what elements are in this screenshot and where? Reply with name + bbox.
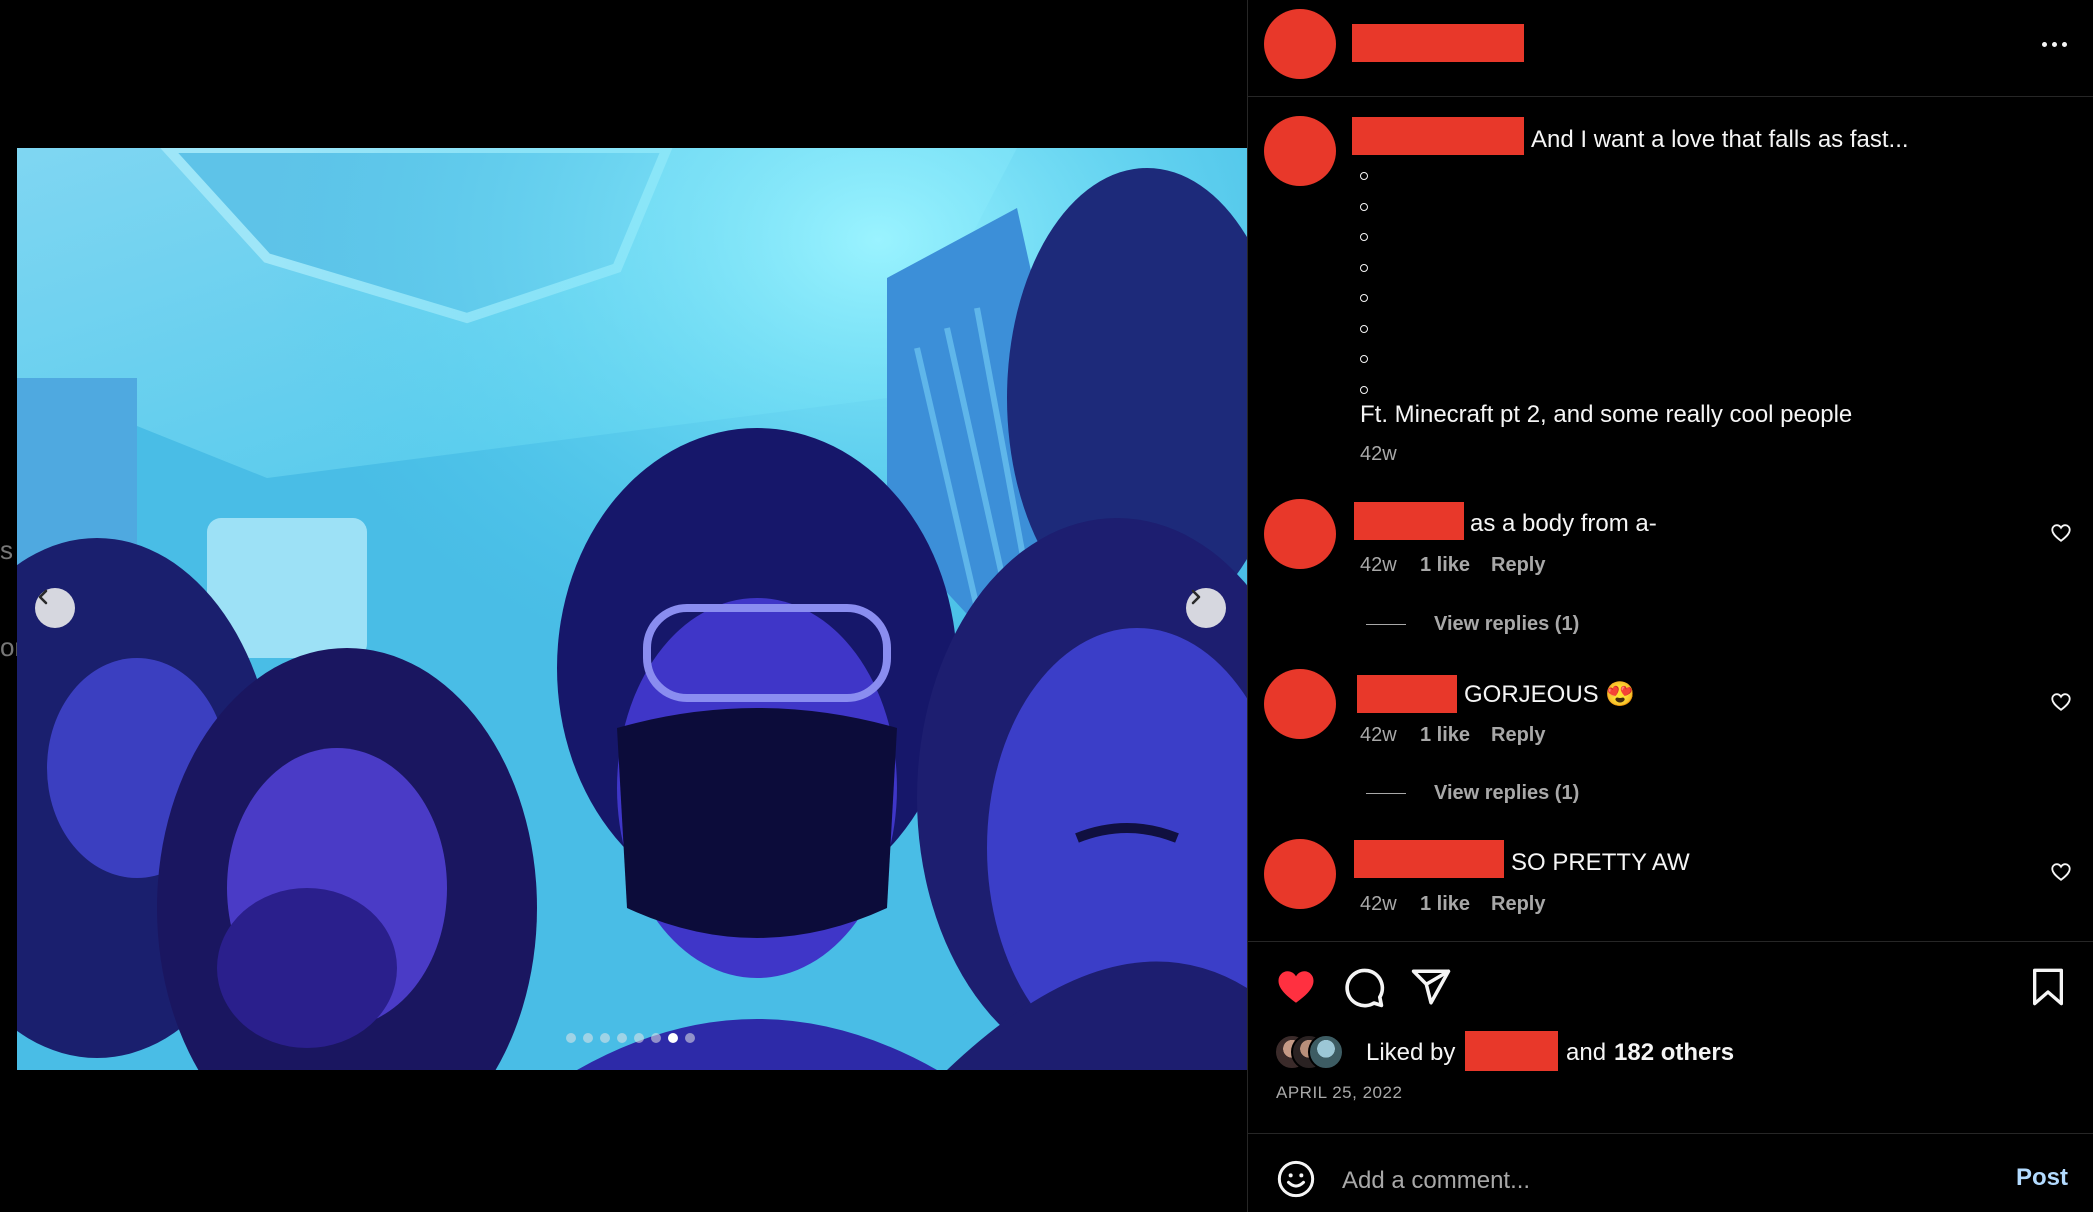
view-replies-button[interactable]: View replies (1) bbox=[1434, 613, 1579, 636]
caption-bullet bbox=[1360, 233, 1368, 241]
commenter-username-redacted[interactable] bbox=[1357, 675, 1457, 713]
commenter-username-redacted[interactable] bbox=[1354, 840, 1504, 878]
commenter-avatar[interactable] bbox=[1264, 839, 1336, 909]
carousel-dot bbox=[583, 1033, 593, 1043]
author-username-redacted[interactable] bbox=[1352, 24, 1524, 62]
heart-icon[interactable] bbox=[1274, 966, 1318, 1008]
liker-avatars[interactable] bbox=[1274, 1034, 1344, 1070]
comment-icon[interactable] bbox=[1342, 966, 1386, 1010]
comment-text: as a body from a- bbox=[1470, 510, 1657, 537]
commenter-username-redacted[interactable] bbox=[1354, 502, 1464, 540]
comment-input[interactable] bbox=[1340, 1160, 1944, 1202]
caption-bullet bbox=[1360, 355, 1368, 363]
more-options-icon[interactable] bbox=[2034, 34, 2074, 54]
carousel-dot bbox=[566, 1033, 576, 1043]
caption-username-redacted[interactable] bbox=[1352, 117, 1524, 155]
edge-text: s bbox=[0, 535, 13, 565]
share-icon[interactable] bbox=[1409, 966, 1453, 1008]
carousel-dot bbox=[600, 1033, 610, 1043]
liker-username-redacted[interactable] bbox=[1465, 1031, 1558, 1071]
replies-divider bbox=[1366, 793, 1406, 794]
comment-divider bbox=[1248, 1133, 2093, 1134]
comment-reply-button[interactable]: Reply bbox=[1491, 724, 1545, 747]
comment-reply-button[interactable]: Reply bbox=[1491, 893, 1545, 916]
actions-divider bbox=[1248, 941, 2093, 942]
carousel-dot bbox=[634, 1033, 644, 1043]
next-photo-button[interactable] bbox=[1186, 588, 1226, 628]
post-comment-button[interactable]: Post bbox=[2016, 1164, 2068, 1192]
media-viewer: s or bbox=[0, 0, 1247, 1212]
caption-bullet bbox=[1360, 294, 1368, 302]
carousel-dot bbox=[668, 1033, 678, 1043]
comment-likes[interactable]: 1 like bbox=[1420, 724, 1470, 747]
carousel-indicator bbox=[566, 1033, 695, 1043]
comment-timestamp[interactable]: 42w bbox=[1360, 724, 1397, 747]
caption-closing: Ft. Minecraft pt 2, and some really cool… bbox=[1360, 401, 1853, 428]
comment-timestamp[interactable]: 42w bbox=[1360, 554, 1397, 577]
carousel-dot bbox=[685, 1033, 695, 1043]
caption-bullet bbox=[1360, 172, 1368, 180]
comment-likes[interactable]: 1 like bbox=[1420, 554, 1470, 577]
post-date[interactable]: APRIL 25, 2022 bbox=[1276, 1083, 1402, 1103]
caption-bullet bbox=[1360, 324, 1368, 333]
likes-others-link[interactable]: 182 others bbox=[1614, 1039, 1734, 1067]
heart-eyes-emoji: 😍 bbox=[1605, 681, 1636, 708]
view-replies-button[interactable]: View replies (1) bbox=[1434, 782, 1579, 805]
previous-photo-button[interactable] bbox=[35, 588, 75, 628]
photo-scene bbox=[17, 148, 1247, 1070]
likes-and: and bbox=[1566, 1039, 1607, 1066]
caption-avatar[interactable] bbox=[1264, 116, 1336, 186]
caption-bullet bbox=[1360, 263, 1368, 272]
caption-text: And I want a love that falls as fast... bbox=[1531, 126, 1909, 153]
commenter-avatar[interactable] bbox=[1264, 499, 1336, 569]
comment-like-heart-icon[interactable] bbox=[2050, 522, 2072, 544]
post-header bbox=[1248, 0, 2093, 97]
comment-reply-button[interactable]: Reply bbox=[1491, 554, 1545, 577]
chevron-right-icon bbox=[1191, 589, 1201, 605]
bookmark-icon[interactable] bbox=[2028, 966, 2068, 1008]
comment-text: SO PRETTY AW bbox=[1511, 849, 1690, 876]
comment-likes[interactable]: 1 like bbox=[1420, 893, 1470, 916]
commenter-avatar[interactable] bbox=[1264, 669, 1336, 739]
carousel-dot bbox=[651, 1033, 661, 1043]
caption-bullet bbox=[1360, 202, 1368, 211]
caption-timestamp[interactable]: 42w bbox=[1360, 443, 1397, 466]
liked-by-label: Liked by bbox=[1366, 1039, 1456, 1066]
avatar bbox=[1308, 1034, 1344, 1070]
replies-divider bbox=[1366, 624, 1406, 625]
post-photo bbox=[17, 148, 1247, 1070]
carousel-dot bbox=[617, 1033, 627, 1043]
comment-timestamp[interactable]: 42w bbox=[1360, 893, 1397, 916]
author-avatar[interactable] bbox=[1264, 9, 1336, 79]
emoji-icon[interactable] bbox=[1276, 1159, 1316, 1199]
comment-like-heart-icon[interactable] bbox=[2050, 691, 2072, 713]
comment-text: GORJEOUS 😍 bbox=[1464, 681, 1636, 708]
comment-like-heart-icon[interactable] bbox=[2050, 861, 2072, 883]
post-panel: And I want a love that falls as fast... … bbox=[1247, 0, 2093, 1212]
caption-bullet bbox=[1360, 385, 1368, 394]
chevron-left-icon bbox=[38, 589, 48, 605]
